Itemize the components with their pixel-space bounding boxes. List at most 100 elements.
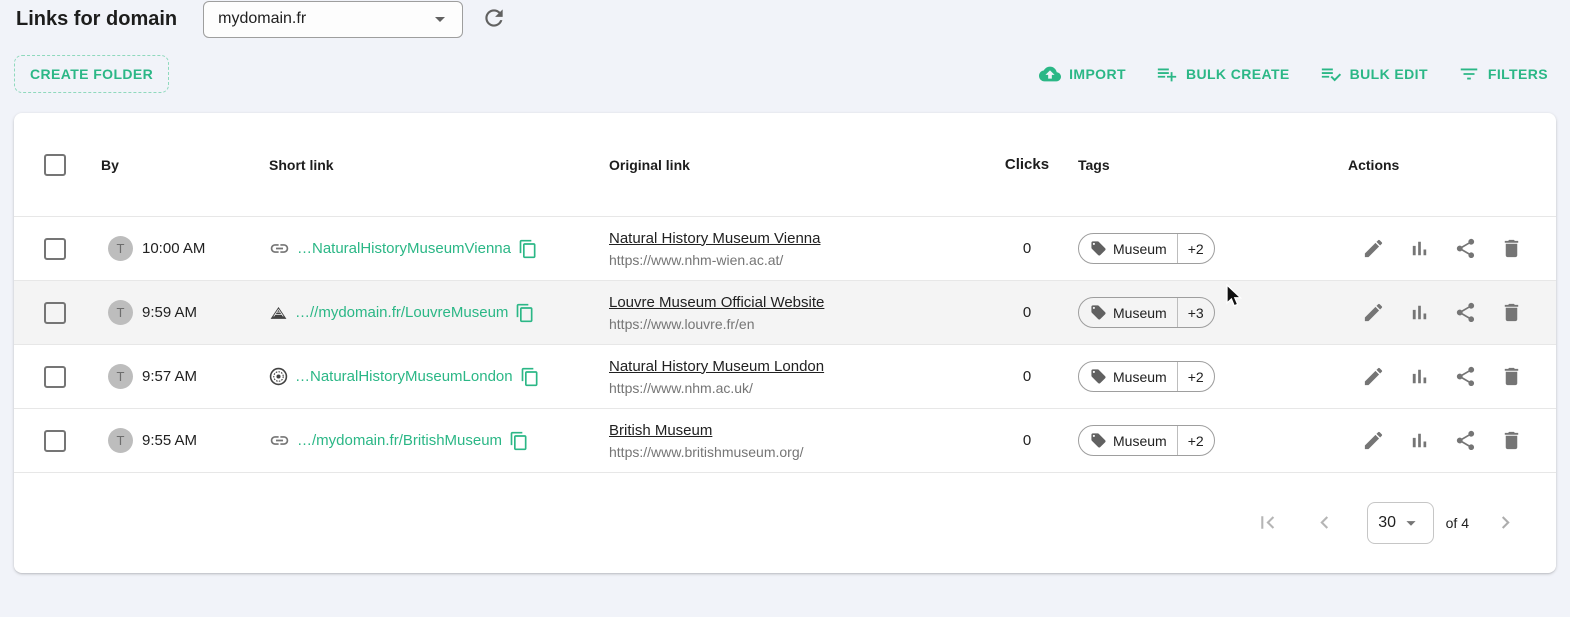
filter-list-icon bbox=[1458, 63, 1480, 85]
column-header-tags: Tags bbox=[1078, 156, 1110, 173]
avatar: T bbox=[108, 364, 133, 389]
created-time: 9:55 AM bbox=[142, 432, 198, 449]
page-size-select[interactable]: 30 bbox=[1366, 501, 1434, 544]
original-link[interactable]: Natural History Museum Vienna bbox=[609, 230, 820, 247]
page-title: Links for domain bbox=[16, 7, 178, 30]
original-url: https://www.nhm-wien.ac.at/ bbox=[609, 251, 784, 268]
cloud-upload-icon bbox=[1039, 63, 1062, 85]
original-link[interactable]: Natural History Museum London bbox=[609, 358, 824, 375]
create-folder-button[interactable]: CREATE FOLDER bbox=[14, 55, 170, 93]
share-button[interactable] bbox=[1454, 301, 1477, 324]
copy-short-link-button[interactable] bbox=[520, 367, 540, 387]
copy-icon bbox=[520, 367, 540, 387]
edit-button[interactable] bbox=[1362, 429, 1385, 452]
row-checkbox[interactable] bbox=[44, 429, 66, 452]
tags-chip[interactable]: Museum +2 bbox=[1078, 233, 1215, 264]
share-button[interactable] bbox=[1454, 237, 1477, 260]
created-time: 10:00 AM bbox=[142, 240, 206, 257]
column-header-short-link: Short link bbox=[269, 156, 334, 173]
pagination: 30 of 4 bbox=[14, 473, 1556, 572]
page-size-value: 30 bbox=[1378, 513, 1397, 531]
bulk-create-button[interactable]: BULK CREATE bbox=[1156, 63, 1290, 85]
tags-chip[interactable]: Museum +2 bbox=[1078, 425, 1215, 456]
edit-button[interactable] bbox=[1362, 365, 1385, 388]
clicks-count: 0 bbox=[1022, 368, 1032, 385]
tags-chip[interactable]: Museum +3 bbox=[1078, 297, 1215, 328]
delete-button[interactable] bbox=[1500, 237, 1523, 260]
stats-button[interactable] bbox=[1408, 429, 1431, 452]
tag-icon bbox=[1090, 368, 1107, 385]
copy-icon bbox=[509, 431, 529, 451]
filters-label: FILTERS bbox=[1487, 66, 1548, 82]
copy-short-link-button[interactable] bbox=[509, 431, 529, 451]
refresh-button[interactable] bbox=[481, 5, 507, 34]
trash-icon bbox=[1500, 429, 1523, 452]
import-button[interactable]: IMPORT bbox=[1039, 63, 1126, 85]
row-checkbox[interactable] bbox=[44, 237, 66, 260]
bulk-create-label: BULK CREATE bbox=[1185, 66, 1290, 82]
bulk-edit-label: BULK EDIT bbox=[1349, 66, 1428, 82]
first-page-button[interactable] bbox=[1255, 510, 1280, 535]
trash-icon bbox=[1500, 365, 1523, 388]
created-time: 9:59 AM bbox=[142, 304, 198, 321]
table-row: T 9:57 AM …NaturalHistoryMuseumLondon Na… bbox=[14, 344, 1556, 408]
row-checkbox[interactable] bbox=[44, 301, 66, 324]
share-icon bbox=[1454, 429, 1477, 452]
link-icon bbox=[269, 238, 290, 259]
pencil-icon bbox=[1362, 237, 1385, 260]
tag-label: Museum bbox=[1113, 368, 1167, 385]
tag-label: Museum bbox=[1113, 432, 1167, 449]
bar-chart-icon bbox=[1408, 365, 1431, 388]
tag-icon bbox=[1090, 240, 1107, 257]
delete-button[interactable] bbox=[1500, 301, 1523, 324]
original-url: https://www.louvre.fr/en bbox=[609, 315, 755, 332]
stats-button[interactable] bbox=[1408, 237, 1431, 260]
edit-button[interactable] bbox=[1362, 301, 1385, 324]
delete-button[interactable] bbox=[1500, 365, 1523, 388]
tag-label: Museum bbox=[1113, 240, 1167, 257]
edit-button[interactable] bbox=[1362, 237, 1385, 260]
next-page-button[interactable] bbox=[1493, 510, 1518, 535]
select-all-checkbox[interactable] bbox=[44, 153, 66, 176]
domain-select-value: mydomain.fr bbox=[218, 10, 307, 27]
tag-overflow-count: +2 bbox=[1176, 234, 1214, 263]
bulk-edit-button[interactable]: BULK EDIT bbox=[1320, 63, 1428, 85]
chevron-down-icon bbox=[428, 7, 452, 31]
domain-select[interactable]: mydomain.fr bbox=[203, 0, 464, 38]
delete-button[interactable] bbox=[1500, 429, 1523, 452]
short-link[interactable]: …NaturalHistoryMuseumLondon bbox=[295, 368, 513, 385]
stats-button[interactable] bbox=[1408, 301, 1431, 324]
pencil-icon bbox=[1362, 429, 1385, 452]
share-icon bbox=[1454, 237, 1477, 260]
link-icon bbox=[269, 430, 290, 451]
short-link[interactable]: …//mydomain.fr/LouvreMuseum bbox=[295, 304, 508, 321]
short-link[interactable]: …/mydomain.fr/BritishMuseum bbox=[297, 432, 502, 449]
row-checkbox[interactable] bbox=[44, 365, 66, 388]
table-row: T 9:55 AM …/mydomain.fr/BritishMuseum Br… bbox=[14, 408, 1556, 472]
copy-short-link-button[interactable] bbox=[515, 303, 535, 323]
table-row: T 9:59 AM …//mydomain.fr/LouvreMuseum Lo… bbox=[14, 280, 1556, 344]
refresh-icon bbox=[481, 5, 507, 31]
bar-chart-icon bbox=[1408, 237, 1431, 260]
share-button[interactable] bbox=[1454, 365, 1477, 388]
tag-overflow-count: +3 bbox=[1176, 298, 1214, 327]
copy-short-link-button[interactable] bbox=[518, 239, 538, 259]
avatar: T bbox=[108, 428, 133, 453]
share-button[interactable] bbox=[1454, 429, 1477, 452]
short-link[interactable]: …NaturalHistoryMuseumVienna bbox=[297, 240, 511, 257]
clicks-count: 0 bbox=[1022, 240, 1032, 257]
tag-overflow-count: +2 bbox=[1176, 362, 1214, 391]
filters-button[interactable]: FILTERS bbox=[1458, 63, 1548, 85]
prev-page-button[interactable] bbox=[1312, 510, 1337, 535]
tags-chip[interactable]: Museum +2 bbox=[1078, 361, 1215, 392]
toolbar: CREATE FOLDER IMPORT BULK CREATE BULK ED… bbox=[0, 55, 1570, 93]
original-url: https://www.nhm.ac.uk/ bbox=[609, 379, 753, 396]
table-row: T 10:00 AM …NaturalHistoryMuseumVienna N… bbox=[14, 216, 1556, 280]
copy-icon bbox=[515, 303, 535, 323]
stats-button[interactable] bbox=[1408, 365, 1431, 388]
created-time: 9:57 AM bbox=[142, 368, 198, 385]
original-link[interactable]: British Museum bbox=[609, 422, 712, 439]
links-table-card: By Short link Original link Clicks Tags … bbox=[14, 113, 1556, 573]
original-link[interactable]: Louvre Museum Official Website bbox=[609, 294, 824, 311]
column-header-actions: Actions bbox=[1348, 156, 1400, 173]
